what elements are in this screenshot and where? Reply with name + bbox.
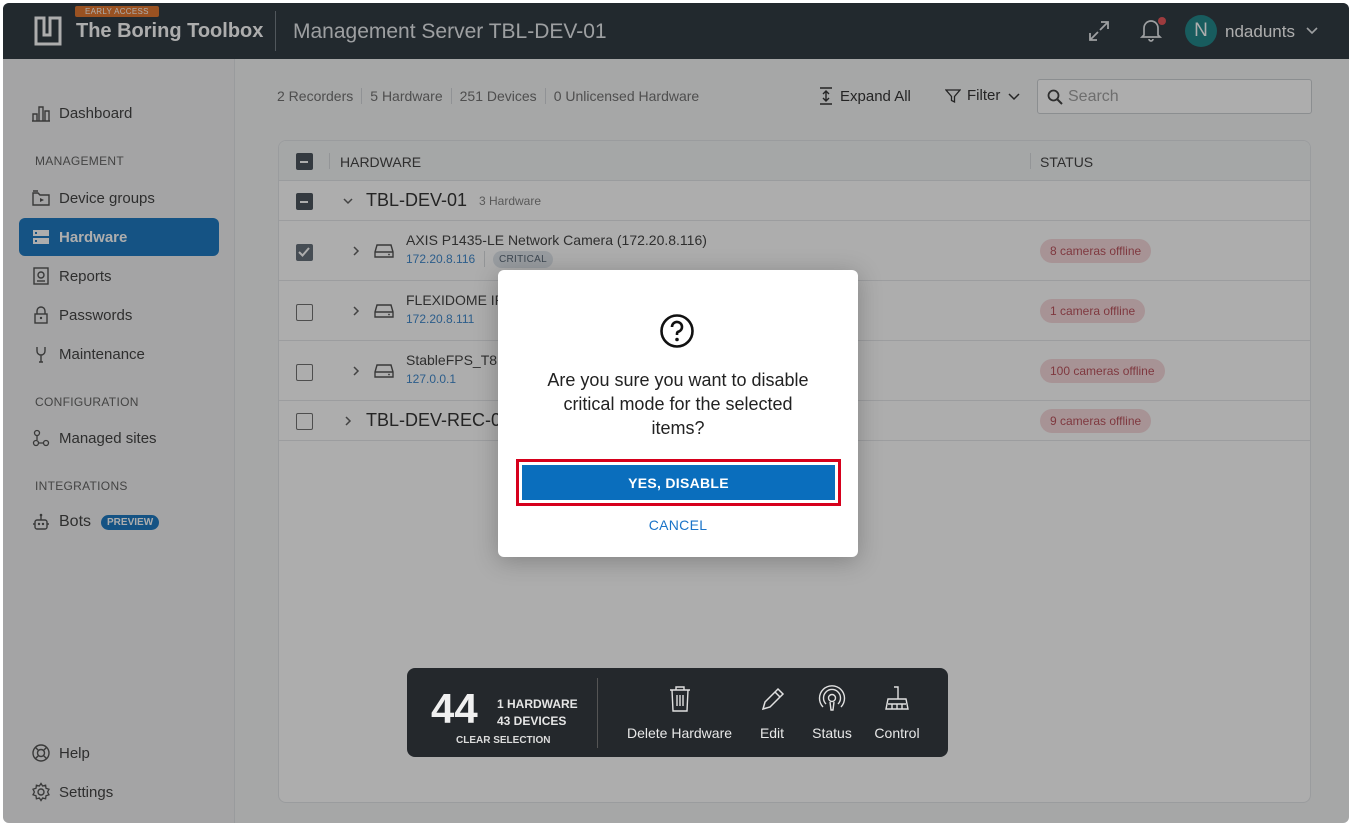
confirm-dialog: Are you sure you want to disable critica… [498,270,858,557]
selected-devices-count: 43 DEVICES [497,714,567,728]
action-bar-divider [597,678,598,748]
selection-count: 44 [431,685,478,732]
trash-icon [669,686,690,712]
selection-action-bar: 44 1 HARDWARE 43 DEVICES CLEAR SELECTION… [407,668,948,757]
status-button[interactable]: Status [807,668,857,757]
delete-hardware-label: Delete Hardware [626,725,733,741]
app-window: EARLY ACCESS The Boring Toolbox Manageme… [3,3,1349,823]
delete-hardware-button[interactable]: Delete Hardware [622,668,737,757]
broom-icon [885,686,909,710]
edit-label: Edit [759,725,785,741]
selected-hardware-count: 1 HARDWARE [497,697,578,711]
status-label: Status [812,725,852,741]
control-label: Control [874,725,920,741]
clear-selection-button[interactable]: CLEAR SELECTION [456,735,550,746]
control-button[interactable]: Control [867,668,927,757]
broadcast-icon [818,685,846,711]
question-circle-icon [660,314,694,348]
dialog-message: Are you sure you want to disable critica… [547,370,809,438]
edit-button[interactable]: Edit [747,668,797,757]
yes-disable-button[interactable]: YES, DISABLE [522,465,835,500]
pencil-icon [761,687,785,711]
cancel-button[interactable]: CANCEL [628,515,728,535]
